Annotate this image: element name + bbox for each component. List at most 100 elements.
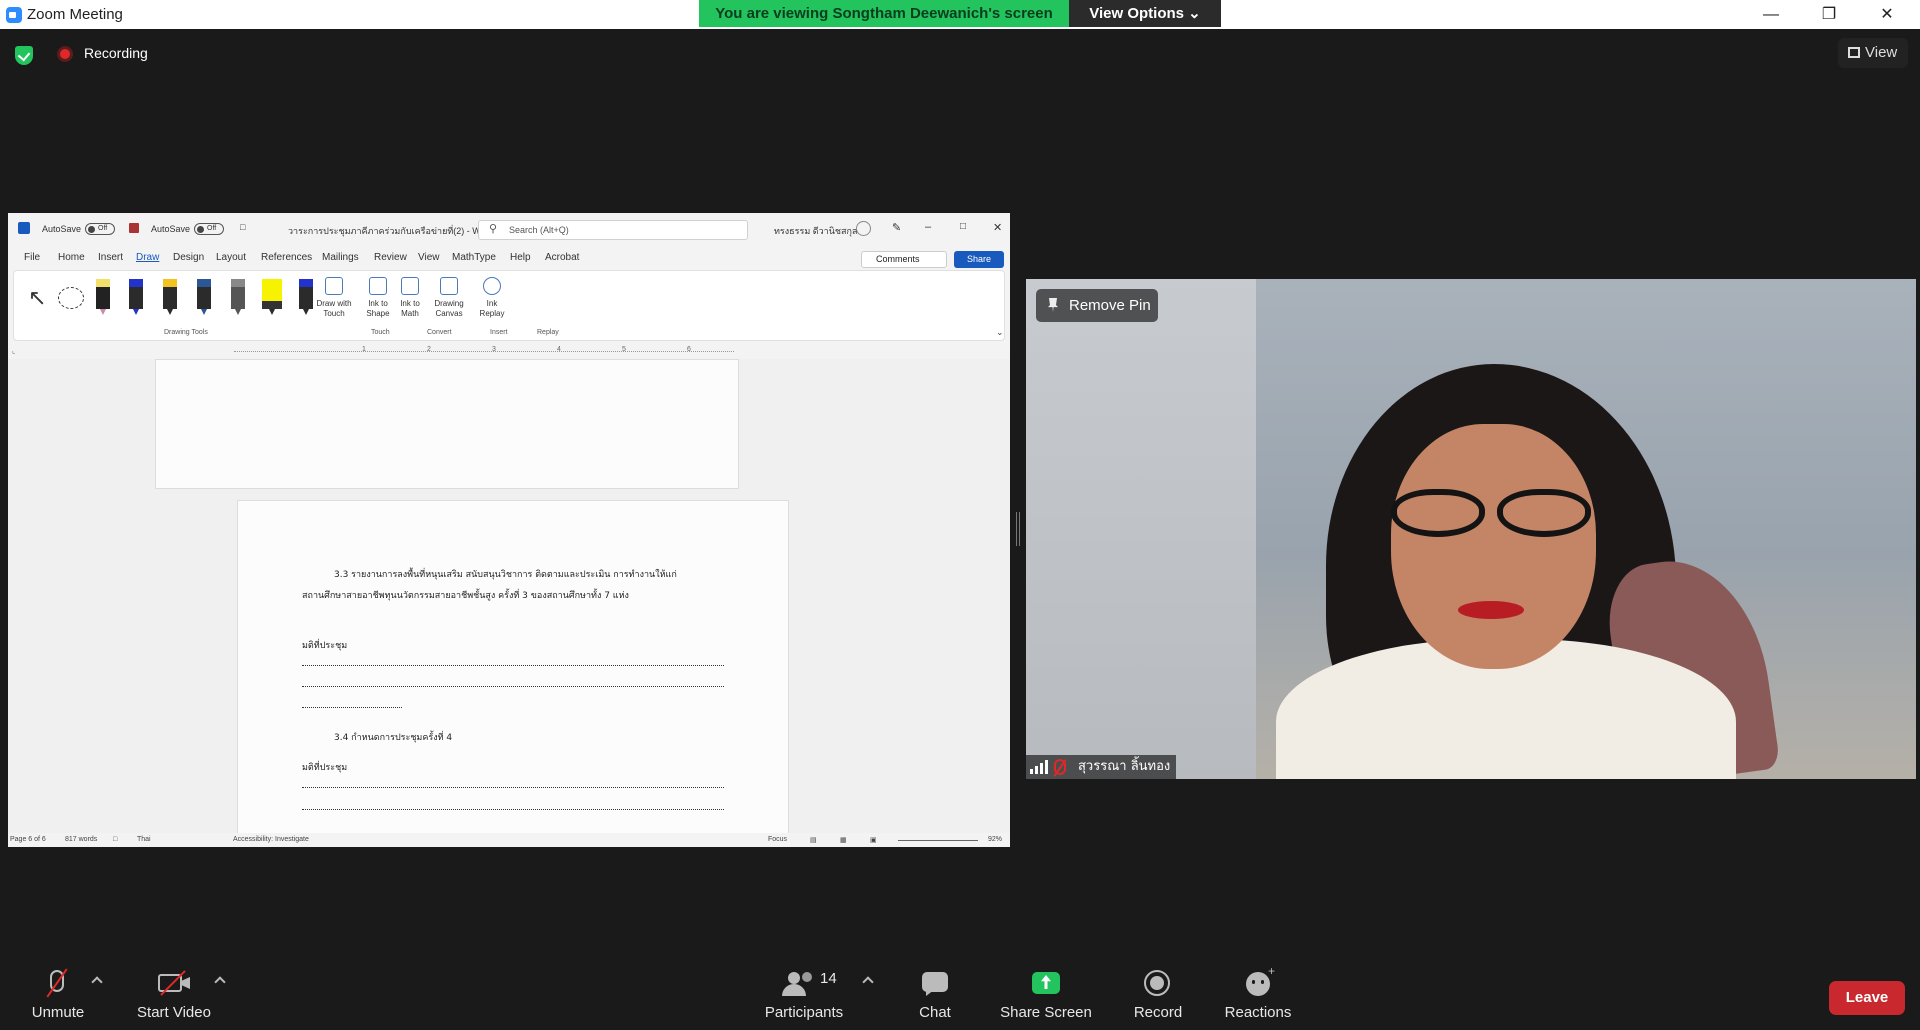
menu-insert[interactable]: Insert: [98, 252, 123, 263]
share-button[interactable]: Share: [954, 251, 1004, 268]
restore-icon[interactable]: ❐: [1800, 0, 1858, 29]
touch-icon: [325, 277, 343, 295]
proofing-icon[interactable]: □: [113, 836, 117, 843]
avatar[interactable]: [856, 221, 871, 236]
ruler-mark: 3: [492, 346, 496, 353]
minimize-icon[interactable]: –: [925, 221, 931, 233]
ink-to-shape-button[interactable]: Ink to Shape: [364, 277, 392, 319]
save-icon[interactable]: [129, 223, 139, 233]
select-cursor-icon[interactable]: ↖: [28, 285, 46, 311]
print-layout-icon[interactable]: ▦: [840, 836, 847, 844]
ruler-mark: 6: [687, 346, 691, 353]
web-layout-icon[interactable]: ▣: [870, 836, 877, 844]
page-count[interactable]: Page 6 of 6: [10, 836, 46, 843]
video-options-caret-icon[interactable]: [214, 976, 226, 988]
record-label: Record: [1133, 1004, 1183, 1021]
close-icon[interactable]: ✕: [993, 221, 1002, 234]
share-screen-button[interactable]: Share Screen: [998, 968, 1094, 1021]
pen-tool-2[interactable]: [129, 279, 143, 315]
tab-stop-icon[interactable]: ⌞: [12, 347, 15, 355]
menu-help[interactable]: Help: [510, 252, 531, 263]
search-placeholder: Search (Alt+Q): [509, 225, 569, 235]
lasso-icon[interactable]: [58, 287, 84, 309]
minimize-icon[interactable]: —: [1742, 0, 1800, 29]
draw-with-touch-button[interactable]: Draw with Touch: [312, 277, 356, 319]
participant-video-glasses: [1381, 489, 1601, 537]
record-button[interactable]: Record: [1130, 968, 1186, 1021]
menu-mailings[interactable]: Mailings: [322, 252, 359, 263]
document-area[interactable]: 3.3 รายงานการลงพื้นที่หนุนเสริม สนับสนุน…: [8, 359, 1010, 833]
comments-button[interactable]: Comments: [861, 251, 947, 268]
participants-options-caret-icon[interactable]: [862, 976, 874, 988]
menu-acrobat[interactable]: Acrobat: [545, 252, 579, 263]
pen-tool-3[interactable]: [163, 279, 177, 315]
save-icon-2[interactable]: □: [240, 222, 245, 232]
security-shield-icon[interactable]: [15, 46, 33, 65]
start-video-button[interactable]: Start Video: [134, 968, 214, 1021]
menu-view[interactable]: View: [418, 252, 440, 263]
unmute-button[interactable]: Unmute: [28, 968, 88, 1021]
zoom-logo-icon: [6, 7, 22, 23]
word-search-input[interactable]: ⚲ Search (Alt+Q): [478, 220, 748, 240]
accessibility-status[interactable]: Accessibility: Investigate: [233, 836, 309, 843]
word-count[interactable]: 817 words: [65, 836, 97, 843]
remove-pin-button[interactable]: Remove Pin: [1036, 289, 1158, 322]
autosave-toggle-1[interactable]: Off: [85, 223, 115, 235]
zoom-slider[interactable]: [898, 840, 978, 841]
participant-count: 14: [820, 970, 837, 987]
menu-draw[interactable]: Draw: [136, 252, 159, 263]
fill-line: [302, 707, 402, 708]
close-icon[interactable]: ✕: [1858, 0, 1916, 29]
replay-icon: [483, 277, 501, 295]
word-menu-bar: File Home Insert Draw Design Layout Refe…: [8, 245, 1010, 269]
fill-line: [302, 787, 724, 788]
menu-home[interactable]: Home: [58, 252, 85, 263]
menu-file[interactable]: File: [24, 252, 40, 263]
ruler: ⌞ 1 2 3 4 5 6: [8, 345, 1010, 359]
collapse-ribbon-icon[interactable]: ⌄: [996, 327, 1004, 338]
document-title: วาระการประชุมภาคีภาคร่วมกับเครือข่ายที่(…: [288, 226, 494, 236]
participants-button[interactable]: 14 Participants: [762, 968, 846, 1021]
pen-tool-1[interactable]: [96, 279, 110, 315]
splitter-handle[interactable]: [1016, 512, 1020, 546]
start-video-label: Start Video: [137, 1004, 211, 1021]
zoom-level[interactable]: 92%: [988, 836, 1002, 843]
reactions-button[interactable]: + Reactions: [1222, 964, 1294, 1021]
pen-icon[interactable]: ✎: [892, 221, 901, 234]
ink-to-shape-label: Ink to Shape: [366, 299, 390, 318]
menu-references[interactable]: References: [261, 252, 312, 263]
action-pen-tool[interactable]: [299, 279, 313, 315]
focus-button[interactable]: Focus: [768, 836, 787, 843]
ink-replay-button[interactable]: Ink Replay: [477, 277, 507, 319]
pencil-tool[interactable]: [231, 279, 245, 315]
ink-to-math-button[interactable]: Ink to Math: [396, 277, 424, 319]
audio-options-caret-icon[interactable]: [91, 976, 103, 988]
menu-mathtype[interactable]: MathType: [452, 252, 496, 263]
menu-design[interactable]: Design: [173, 252, 204, 263]
autosave-state-1: Off: [98, 225, 108, 232]
view-button[interactable]: View: [1838, 38, 1908, 68]
reactions-icon: +: [1222, 964, 1294, 998]
chat-button[interactable]: Chat: [910, 968, 960, 1021]
language-label[interactable]: Thai: [137, 836, 151, 843]
menu-review[interactable]: Review: [374, 252, 407, 263]
pinned-video-tile[interactable]: Remove Pin สุวรรณา ลิ้นทอง: [1026, 279, 1916, 779]
pen-tool-4[interactable]: [197, 279, 211, 315]
user-name: ทรงธรรม ดีวานิชสกุล: [774, 226, 858, 236]
autosave-label-2: AutoSave: [151, 224, 191, 234]
read-mode-icon[interactable]: ▤: [810, 836, 817, 844]
shared-screen-word-window: AutoSave Off AutoSave Off □ วาระการประชุ…: [8, 213, 1010, 847]
fill-line: [302, 809, 724, 810]
chat-icon: [910, 968, 960, 998]
restore-icon[interactable]: □: [960, 221, 966, 232]
agenda-item-3-3-line1: 3.3 รายงานการลงพื้นที่หนุนเสริม สนับสนุน…: [334, 570, 677, 580]
view-options-button[interactable]: View Options ⌄: [1069, 0, 1221, 27]
autosave-toggle-2[interactable]: Off: [194, 223, 224, 235]
ink-replay-label: Ink Replay: [479, 299, 505, 318]
leave-button[interactable]: Leave: [1829, 981, 1905, 1015]
word-title-bar: AutoSave Off AutoSave Off □ วาระการประชุ…: [8, 213, 1010, 245]
drawing-canvas-button[interactable]: Drawing Canvas: [429, 277, 469, 319]
unmute-label: Unmute: [31, 1004, 85, 1021]
highlighter-tool[interactable]: [262, 279, 282, 315]
menu-layout[interactable]: Layout: [216, 252, 246, 263]
